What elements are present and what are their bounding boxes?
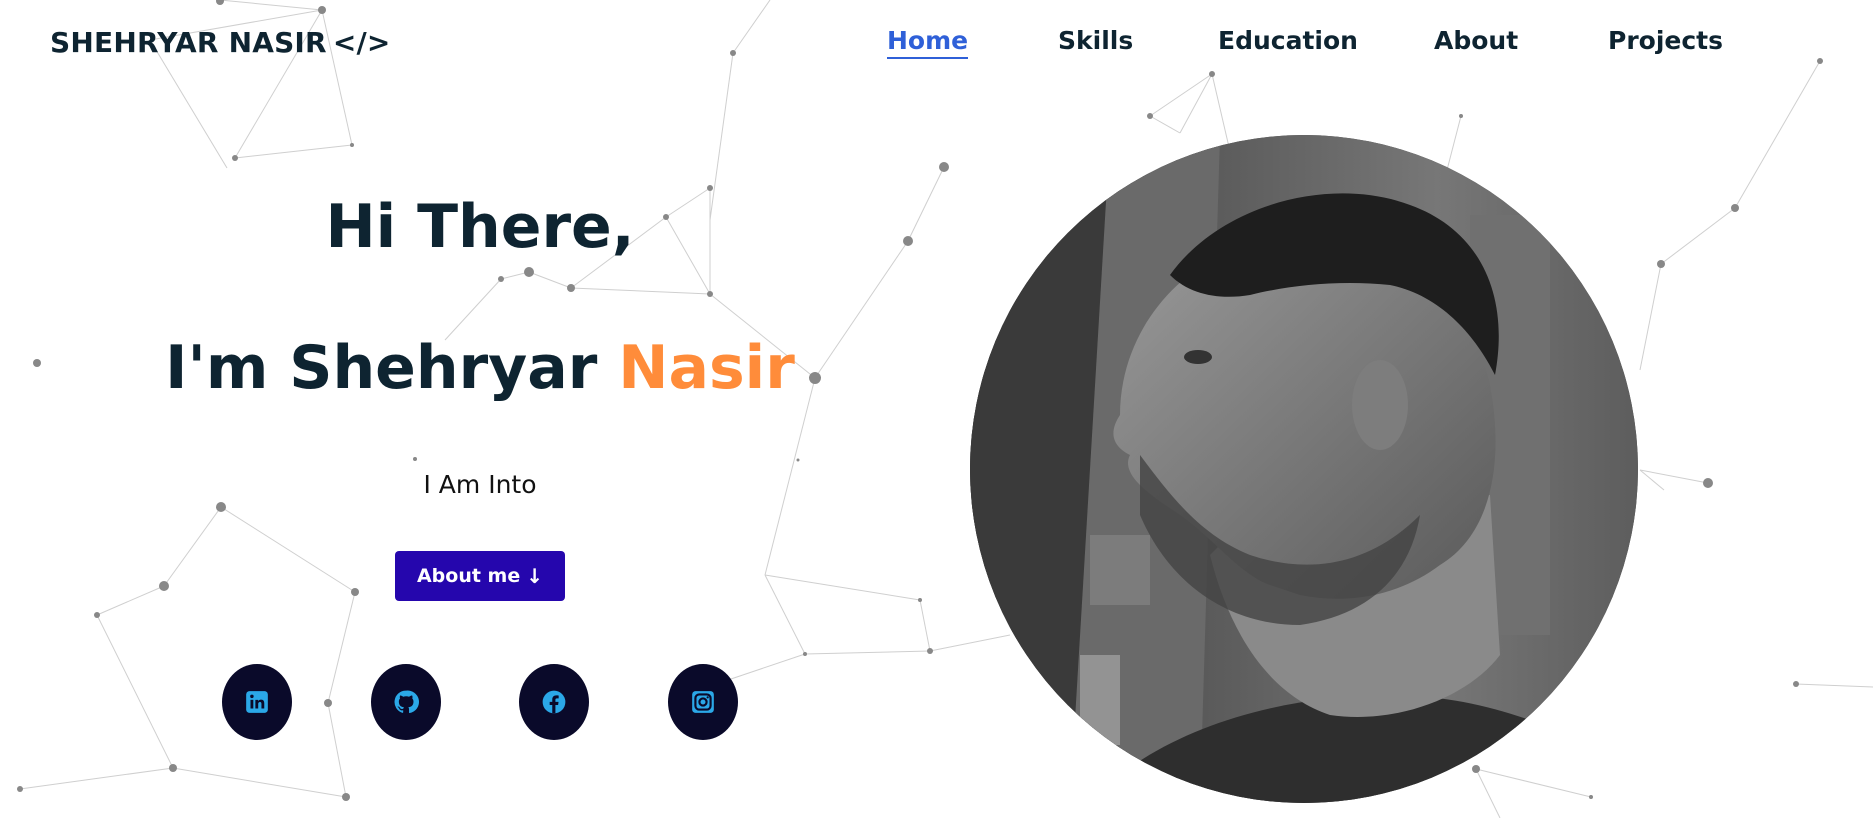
about-me-button[interactable]: About me ↓ [395, 551, 565, 601]
nav-skills[interactable]: Skills [1058, 26, 1133, 55]
profile-photo [970, 135, 1638, 803]
hero-name: I'm Shehryar Nasir [0, 333, 960, 403]
about-me-label: About me [416, 565, 521, 587]
facebook-icon [542, 690, 566, 714]
site-logo[interactable]: SHEHRYAR NASIR </> [50, 26, 391, 59]
site-header: SHEHRYAR NASIR </> Home Skills Education … [0, 0, 1873, 90]
facebook-button[interactable] [519, 664, 589, 740]
hero-name-prefix: I'm Shehryar [165, 333, 619, 403]
instagram-icon [692, 691, 714, 713]
github-button[interactable] [371, 664, 441, 740]
nav-projects[interactable]: Projects [1608, 26, 1723, 55]
code-icon: </> [332, 26, 391, 59]
profile-photo-image [970, 135, 1638, 803]
nav-home[interactable]: Home [887, 26, 969, 59]
logo-text: SHEHRYAR NASIR [50, 26, 327, 59]
hero-greeting: Hi There, [325, 192, 635, 262]
hero-name-accent: Nasir [618, 333, 795, 403]
nav-about[interactable]: About [1434, 26, 1518, 55]
linkedin-icon [246, 691, 268, 713]
instagram-button[interactable] [668, 664, 738, 740]
arrow-down-icon: ↓ [526, 564, 544, 588]
hero-subtitle: I Am Into [423, 470, 537, 499]
github-icon [394, 690, 419, 714]
nav-education[interactable]: Education [1218, 26, 1358, 55]
linkedin-button[interactable] [222, 664, 292, 740]
